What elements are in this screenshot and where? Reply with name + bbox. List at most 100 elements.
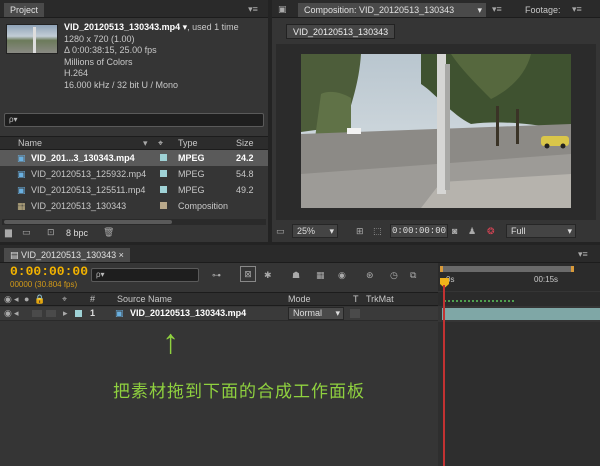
panel-menu-icon[interactable]: ▾≡ (572, 3, 582, 15)
composition-mini-flowchart-icon[interactable]: ⊶ (212, 269, 221, 281)
footage-tab[interactable]: Footage: (525, 3, 561, 17)
project-item[interactable]: ▣ VID_20120513_125511.mp4 MPEG 49.2 (0, 182, 268, 198)
video-eye-icon[interactable]: ◉ (4, 307, 12, 319)
viewer-timecode[interactable]: 0:00:00:00 (390, 224, 448, 238)
layer-duration-bar[interactable] (442, 308, 600, 320)
snapshot-icon[interactable]: ◙ (452, 225, 457, 237)
resolution-value: Full (511, 226, 526, 236)
work-area-bar[interactable] (440, 266, 574, 272)
column-source-name[interactable]: Source Name (117, 293, 172, 306)
column-type[interactable]: Type (178, 137, 198, 150)
mask-icon[interactable]: ⬚ (373, 225, 382, 237)
project-item-list: ▣ VID_201...3_130343.mp4 MPEG 24.2 ▣ VID_2012… (0, 150, 268, 218)
layer-mode-value: Normal (293, 308, 323, 318)
audio-icon[interactable]: ◂ (14, 293, 19, 305)
column-size[interactable]: Size (236, 137, 254, 150)
panel-menu-icon[interactable]: ▾≡ (492, 3, 502, 15)
composition-tab[interactable]: Composition: VID_20120513_130343 ▾ (298, 3, 486, 17)
label-color-swatch[interactable] (160, 186, 167, 193)
grid-icon[interactable]: ⊞ (356, 225, 364, 237)
motion-blur-icon[interactable]: ◉ (338, 269, 346, 281)
project-item[interactable]: ▦ VID_20120513_130343 Composition (0, 198, 268, 214)
footage-file-name: VID_20120513_130343.mp4 (64, 22, 181, 32)
bpc-label[interactable]: 8 bpc (66, 226, 88, 240)
project-column-header: Name ▾ ⌖ Type Size (0, 136, 268, 150)
zoom-value: 25% (297, 226, 316, 236)
annotation-arrow: ↑ (162, 323, 179, 361)
search-icon: ρ▾ (9, 115, 18, 124)
time-ruler[interactable]: 0s 00:15s (438, 263, 600, 291)
label-color-swatch[interactable] (160, 202, 167, 209)
channel-icon[interactable]: ❂ (487, 225, 495, 237)
label-icon[interactable]: ⌖ (62, 293, 67, 305)
layer-label-color[interactable] (75, 310, 82, 317)
footage-info: VID_20120513_130343.mp4 ▾, used 1 time 1… (64, 22, 264, 91)
show-snapshot-icon[interactable]: ♟ (468, 225, 476, 237)
new-folder-icon[interactable]: ▭ (22, 226, 31, 238)
solo-icon[interactable]: ● (24, 293, 29, 305)
graph-area[interactable] (438, 322, 600, 466)
lock-switch[interactable] (46, 310, 56, 317)
column-t[interactable]: T (353, 293, 359, 306)
sort-arrow-icon[interactable]: ▾ (143, 137, 148, 150)
brainstorm-icon[interactable]: ⊛ (366, 269, 374, 281)
new-composition-icon[interactable]: ⊡ (47, 226, 55, 238)
project-item-type: MPEG (178, 169, 205, 179)
footage-thumbnail (6, 24, 58, 54)
layer-mode-dropdown[interactable]: Normal ▾ (288, 307, 344, 320)
composition-icon: ▦ (17, 201, 26, 211)
footage-file-icon: ▣ (17, 185, 26, 195)
project-item-name: VID_20120513_130343 (31, 201, 127, 211)
hide-shy-layers-icon[interactable]: ☗ (292, 269, 300, 281)
composition-viewer[interactable] (276, 44, 596, 220)
lock-icon[interactable]: ▣ (278, 3, 287, 15)
label-tag-icon[interactable]: ⌖ (158, 137, 163, 150)
trash-icon[interactable]: 🗑 (103, 226, 114, 238)
lock-icon[interactable]: 🔒 (34, 293, 45, 305)
layer-index: 1 (90, 308, 96, 318)
project-item[interactable]: ▣ VID_20120513_125932.mp4 MPEG 54.8 (0, 166, 268, 182)
project-scrollbar[interactable] (2, 219, 266, 225)
column-number[interactable]: # (90, 293, 95, 306)
annotation-text: 把素材拖到下面的合成工作面板 (113, 382, 365, 402)
trkmat-box[interactable] (350, 309, 360, 318)
panel-menu-icon[interactable]: ▾≡ (578, 248, 588, 260)
timeline-timecode[interactable]: 0:00:00:00 (10, 264, 88, 279)
expand-arrow-icon[interactable]: ▸ (63, 307, 68, 319)
project-item-type: Composition (178, 201, 229, 211)
project-item-size: 49.2 (236, 185, 254, 195)
project-item-name: VID_20120513_125932.mp4 (31, 169, 147, 179)
timeline-tab[interactable]: ▤ VID_20120513_130343 × (4, 248, 130, 262)
column-mode[interactable]: Mode (288, 293, 311, 306)
auto-keyframe-icon[interactable]: ◷ (390, 269, 398, 281)
timeline-tab-label: VID_20120513_130343 (21, 250, 117, 260)
live-update-icon[interactable]: ⊠ (240, 266, 256, 282)
always-preview-icon[interactable]: ▭ (276, 225, 285, 237)
label-color-swatch[interactable] (160, 170, 167, 177)
zoom-dropdown[interactable]: 25% ▾ (292, 224, 338, 238)
solo-switch[interactable] (32, 310, 42, 317)
project-panel: Project ▾≡ VID_20120513_130343.mp4 ▾, us… (0, 0, 268, 242)
project-search-input[interactable]: ρ▾ (4, 113, 264, 127)
project-item[interactable]: ▣ VID_201...3_130343.mp4 MPEG 24.2 (0, 150, 268, 166)
project-item-size: 54.8 (236, 169, 254, 179)
column-trkmat[interactable]: TrkMat (366, 293, 394, 306)
project-tab[interactable]: Project (4, 3, 45, 17)
frame-blending-icon[interactable]: ▦ (316, 269, 325, 281)
composition-subtab[interactable]: VID_20120513_130343 (286, 24, 396, 39)
layer-row[interactable]: ◉ ◂ ▸ 1 ▣ VID_20120513_130343.mp4 Normal… (0, 307, 438, 321)
graph-editor-icon[interactable]: ⧉ (410, 269, 416, 281)
panel-menu-icon[interactable]: ▾≡ (244, 3, 262, 15)
project-item-name: VID_20120513_125511.mp4 (31, 185, 146, 195)
draft-3d-icon[interactable]: ✱ (264, 269, 272, 281)
column-name[interactable]: Name (18, 137, 42, 150)
project-tabbar: Project ▾≡ (0, 0, 268, 18)
audio-icon[interactable]: ◂ (14, 307, 19, 319)
timeline-graph-header (438, 292, 600, 306)
timeline-search-input[interactable]: ρ▾ (91, 268, 199, 282)
resolution-dropdown[interactable]: Full ▾ (506, 224, 576, 238)
video-eye-icon[interactable]: ◉ (4, 293, 12, 305)
label-color-swatch[interactable] (160, 154, 167, 161)
layer-name[interactable]: VID_20120513_130343.mp4 (130, 307, 246, 320)
interpret-footage-icon[interactable]: ▆ (5, 226, 12, 238)
